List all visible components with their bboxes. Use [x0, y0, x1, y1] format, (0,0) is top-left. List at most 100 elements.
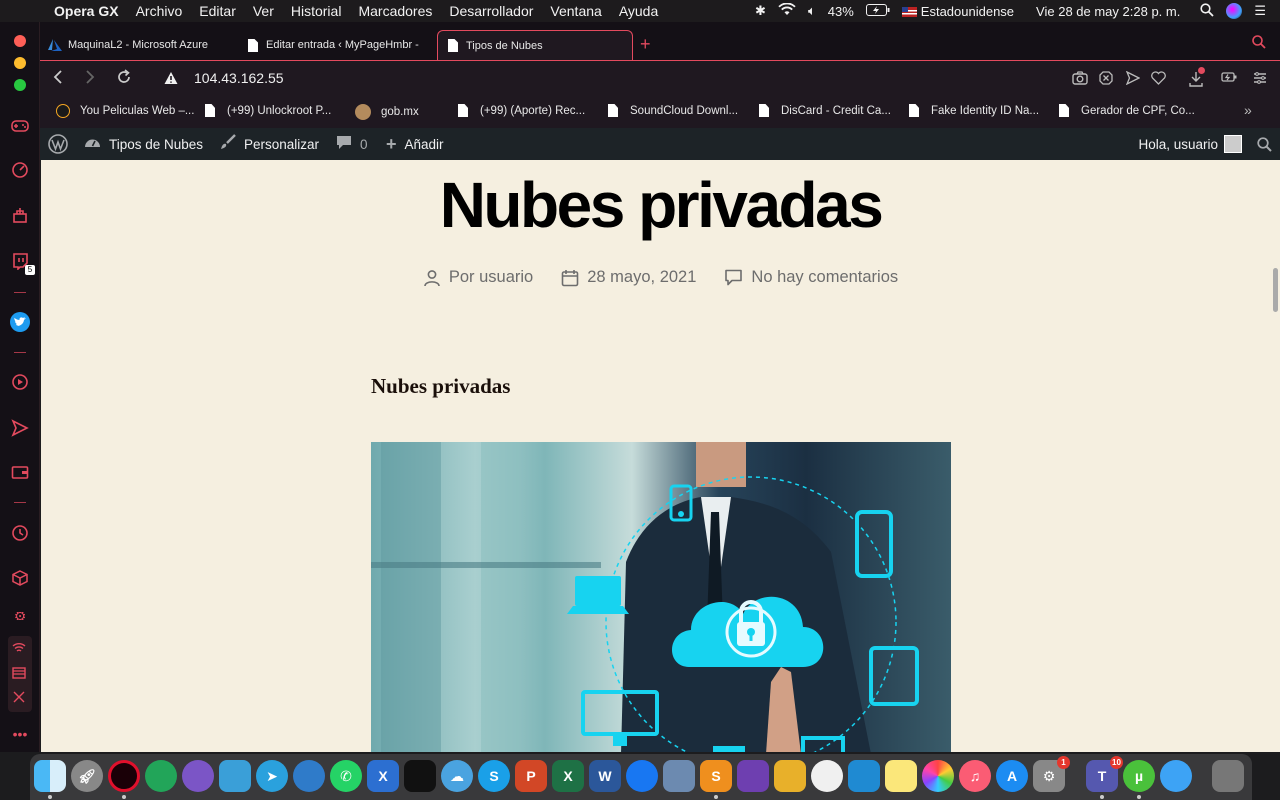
send-icon[interactable]	[10, 418, 30, 438]
downloads-icon[interactable]	[1188, 67, 1205, 90]
new-tab-button[interactable]: +	[640, 34, 651, 55]
player-icon[interactable]	[10, 372, 30, 392]
app-dock-icon[interactable]	[182, 760, 214, 792]
xcode-icon[interactable]: X	[367, 760, 399, 792]
bluetooth-icon[interactable]: ✱	[755, 3, 766, 19]
app-dock-icon[interactable]	[774, 760, 806, 792]
more-options-icon[interactable]: •••	[10, 724, 30, 744]
bookmark-item[interactable]: gob.mx	[355, 104, 419, 120]
system-preferences-icon[interactable]: ⚙ 1	[1033, 756, 1070, 792]
minimize-window-button[interactable]	[14, 57, 26, 69]
powerpoint-icon[interactable]: P	[515, 760, 547, 792]
bookmark-item[interactable]: DisCard - Credit Ca...	[759, 104, 891, 117]
wp-search-icon[interactable]	[1257, 128, 1272, 160]
menu-historial[interactable]: Historial	[291, 3, 342, 19]
ram-limiter-icon[interactable]	[12, 666, 26, 685]
whatsapp-icon[interactable]: ✆	[330, 760, 362, 792]
snapshot-icon[interactable]	[1072, 71, 1088, 88]
menu-archivo[interactable]: Archivo	[136, 3, 183, 19]
app-store-icon[interactable]: A	[996, 760, 1028, 792]
teams-icon[interactable]: T 10	[1086, 756, 1123, 792]
bookmark-item[interactable]: SoundCloud Downl...	[608, 104, 738, 117]
tab-search-icon[interactable]	[1252, 35, 1266, 54]
easy-setup-icon[interactable]	[1253, 71, 1267, 88]
network-limiter-icon[interactable]	[12, 642, 26, 657]
launchpad-icon[interactable]: 🚀︎	[71, 760, 103, 792]
menu-editar[interactable]: Editar	[199, 3, 236, 19]
telegram-icon[interactable]: ➤	[256, 760, 288, 792]
vscode-icon[interactable]	[848, 760, 880, 792]
settings-icon[interactable]: ⚙	[10, 612, 30, 620]
spotlight-icon[interactable]	[1200, 2, 1214, 20]
post-date[interactable]: 28 mayo, 2021	[561, 268, 696, 287]
page-scrollbar[interactable]	[1273, 268, 1278, 312]
menu-ventana[interactable]: Ventana	[550, 3, 601, 19]
wp-add-new[interactable]: + Añadir	[386, 128, 444, 160]
cpu-limiter-icon[interactable]	[12, 690, 26, 709]
extensions-icon[interactable]	[10, 568, 30, 588]
gx-control-icon[interactable]	[10, 160, 30, 180]
github-desktop-icon[interactable]	[737, 760, 769, 792]
url-field[interactable]: 104.43.162.55	[194, 70, 284, 86]
skype-icon[interactable]: S	[478, 760, 510, 792]
app-dock-icon[interactable]	[811, 760, 843, 792]
clock[interactable]: Vie 28 de may 2:28 p. m.	[1036, 4, 1180, 19]
app-dock-icon[interactable]	[293, 760, 325, 792]
menu-ver[interactable]: Ver	[253, 3, 274, 19]
trash-icon[interactable]	[1212, 760, 1244, 792]
wp-my-account[interactable]: Hola, usuario	[1138, 128, 1242, 160]
app-dock-icon[interactable]	[145, 760, 177, 792]
calculator-icon[interactable]	[219, 760, 251, 792]
back-button[interactable]	[52, 69, 64, 90]
photos-icon[interactable]	[922, 760, 954, 792]
excel-icon[interactable]: X	[552, 760, 584, 792]
wifi-icon[interactable]	[778, 2, 796, 19]
opera-gx-icon[interactable]	[108, 760, 140, 792]
adblock-icon[interactable]	[1099, 71, 1113, 88]
finder-icon[interactable]	[34, 760, 66, 792]
app-dock-icon[interactable]	[404, 760, 436, 792]
battery-saver-icon[interactable]	[1221, 71, 1237, 86]
wp-site-name[interactable]: Tipos de Nubes	[84, 128, 203, 160]
wordpress-logo-icon[interactable]	[48, 128, 68, 160]
wp-comments[interactable]: 0	[336, 128, 368, 160]
tab-tipos-de-nubes[interactable]: Tipos de Nubes	[437, 30, 633, 60]
bookmark-item[interactable]: Fake Identity ID Na...	[909, 104, 1039, 117]
tab-editar-entrada[interactable]: Editar entrada ‹ MyPageHmbr -	[238, 31, 434, 59]
post-author[interactable]: Por usuario	[423, 268, 533, 287]
volume-icon[interactable]: 🔈︎	[808, 3, 816, 19]
reload-button[interactable]	[116, 69, 132, 90]
bookmark-item[interactable]: You Peliculas Web –...	[56, 104, 194, 118]
zoom-window-button[interactable]	[14, 79, 26, 91]
wallet-icon[interactable]	[10, 462, 30, 482]
safari-icon[interactable]	[1160, 760, 1192, 792]
wp-customize[interactable]: Personalizar	[220, 128, 319, 160]
music-icon[interactable]: ♫	[959, 760, 991, 792]
word-icon[interactable]: W	[589, 760, 621, 792]
sublime-text-icon[interactable]: S	[700, 760, 732, 792]
gx-corner-icon[interactable]	[10, 116, 30, 136]
app-dock-icon[interactable]	[663, 760, 695, 792]
input-source[interactable]: Estadounidense	[901, 4, 1014, 19]
battery-icon[interactable]	[865, 3, 890, 19]
history-icon[interactable]	[10, 523, 30, 543]
not-secure-warning-icon[interactable]	[164, 71, 178, 85]
notification-center-icon[interactable]: ☰	[1254, 3, 1266, 19]
twitter-icon[interactable]	[10, 312, 30, 332]
bookmark-item[interactable]: (+99) (Aporte) Rec...	[458, 104, 585, 117]
menu-ayuda[interactable]: Ayuda	[619, 3, 658, 19]
forward-button[interactable]	[84, 69, 96, 90]
menu-marcadores[interactable]: Marcadores	[358, 3, 432, 19]
bookmark-item[interactable]: (+99) Unlockroot P...	[205, 104, 331, 117]
messenger-icon[interactable]	[626, 760, 658, 792]
post-comments-link[interactable]: No hay comentarios	[724, 268, 898, 287]
more-bookmarks-chevron-icon[interactable]: »	[1244, 102, 1252, 118]
close-window-button[interactable]	[14, 35, 26, 47]
siri-icon[interactable]	[1226, 3, 1243, 19]
tab-azure[interactable]: MaquinaL2 - Microsoft Azure	[40, 31, 230, 59]
notes-icon[interactable]	[885, 760, 917, 792]
bookmark-item[interactable]: Gerador de CPF, Co...	[1059, 104, 1195, 117]
menu-app-name[interactable]: Opera GX	[54, 3, 119, 19]
cloud-app-icon[interactable]: ☁	[441, 760, 473, 792]
send-to-flow-icon[interactable]	[1125, 70, 1141, 88]
